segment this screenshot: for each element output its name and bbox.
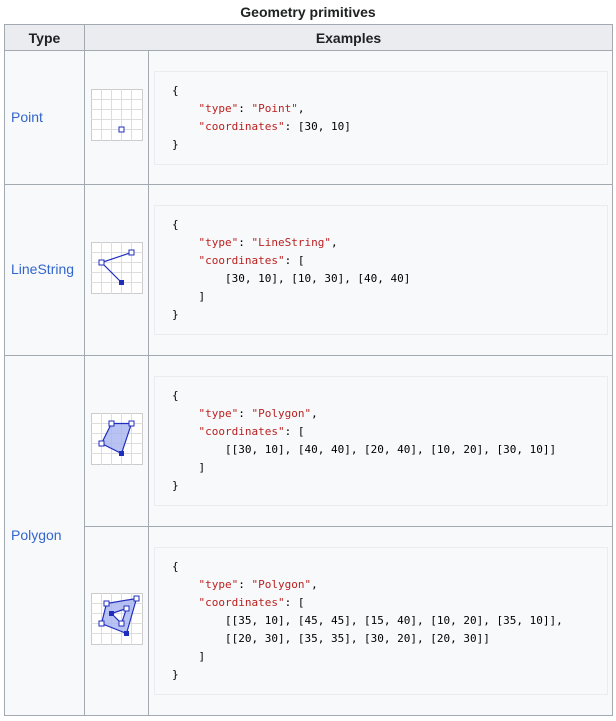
code-cell: { "type": "LineString", "coordinates": […	[148, 184, 613, 356]
linestring-diagram-icon[interactable]	[90, 241, 143, 294]
code-text: { "type": "LineString", "coordinates": […	[172, 218, 411, 321]
polygon-with-hole-diagram-icon[interactable]	[90, 592, 143, 645]
header-row: Type Examples	[4, 24, 613, 51]
point-diagram-icon[interactable]	[90, 89, 143, 141]
type-link-polygon[interactable]: Polygon	[11, 527, 62, 543]
diagram-cell	[84, 184, 149, 356]
type-cell: LineString	[4, 184, 85, 356]
type-link-linestring[interactable]: LineString	[11, 261, 74, 277]
code-block: { "type": "Polygon", "coordinates": [ [[…	[154, 547, 608, 695]
type-column-header: Type	[4, 24, 85, 51]
code-cell: { "type": "Point", "coordinates": [30, 1…	[148, 50, 613, 185]
code-text: { "type": "Point", "coordinates": [30, 1…	[172, 83, 351, 151]
diagram-cell	[84, 50, 149, 185]
diagram-cell	[84, 355, 149, 527]
table-row-polygon: Polygon { "type": "Polygon", "coordinate…	[4, 355, 613, 716]
table-row-linestring: LineString { "type": "LineString", "coor…	[4, 184, 613, 356]
table-row-polygon-hole: { "type": "Polygon", "coordinates": [ [[…	[5, 526, 613, 716]
code-cell: { "type": "Polygon", "coordinates": [ [[…	[148, 526, 613, 716]
code-cell: { "type": "Polygon", "coordinates": [ [[…	[148, 355, 613, 527]
code-text: { "type": "Polygon", "coordinates": [ [[…	[172, 560, 563, 681]
code-text: { "type": "Polygon", "coordinates": [ [[…	[172, 389, 557, 492]
type-link-point[interactable]: Point	[11, 109, 43, 125]
type-cell: Polygon	[4, 355, 85, 716]
diagram-cell	[84, 526, 149, 716]
examples-column-header: Examples	[84, 24, 613, 51]
code-block: { "type": "LineString", "coordinates": […	[154, 205, 608, 335]
polygon-diagram-icon[interactable]	[90, 412, 143, 465]
table-caption: Geometry primitives	[240, 4, 376, 20]
geometry-primitives-table: Type Examples Point { "type": "Point", "…	[4, 24, 613, 716]
code-block: { "type": "Polygon", "coordinates": [ [[…	[154, 376, 608, 506]
code-block: { "type": "Point", "coordinates": [30, 1…	[154, 70, 608, 165]
table-row-point: Point { "type": "Point", "coordinates": …	[4, 50, 613, 185]
type-cell: Point	[4, 50, 85, 185]
